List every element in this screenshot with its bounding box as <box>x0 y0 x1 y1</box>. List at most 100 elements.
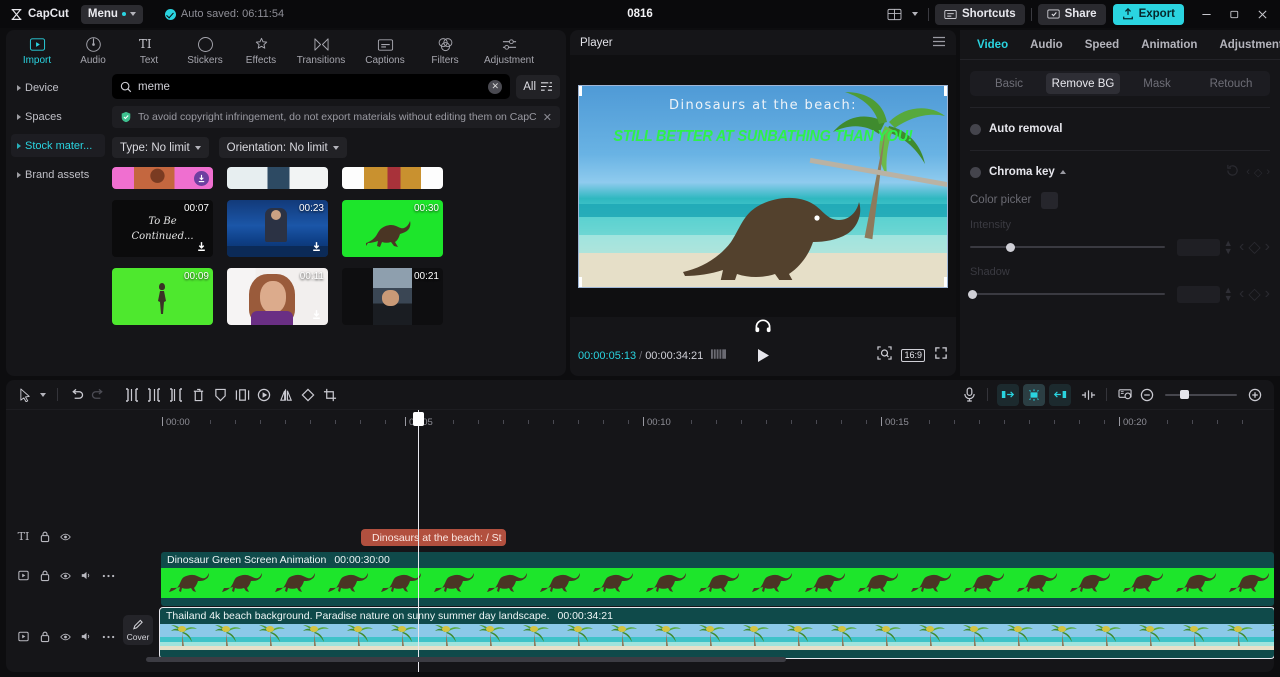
prev-keyframe-icon[interactable]: ‹ <box>1246 166 1250 178</box>
tab-effects[interactable]: Effects <box>234 33 288 66</box>
media-item[interactable]: 00:11 <box>227 268 328 325</box>
zoom-slider-knob[interactable] <box>1180 389 1189 399</box>
crop-button[interactable] <box>319 384 341 406</box>
selection-handle[interactable] <box>944 85 947 96</box>
intensity-stepper[interactable]: ▲ ▼ <box>1223 239 1233 256</box>
more-icon[interactable] <box>102 569 115 582</box>
minimize-button[interactable] <box>1192 0 1220 28</box>
lock-icon[interactable] <box>39 530 50 543</box>
media-item[interactable]: 00:09 <box>112 268 213 325</box>
close-button[interactable] <box>1248 0 1276 28</box>
search-box[interactable]: ✕ <box>112 74 511 99</box>
marker-button[interactable] <box>209 384 231 406</box>
eye-icon[interactable] <box>60 530 71 543</box>
selection-handle[interactable] <box>944 276 947 287</box>
trim-right-button[interactable] <box>165 384 187 406</box>
add-keyframe-icon[interactable]: ◇ <box>1248 237 1260 257</box>
slider-knob[interactable] <box>1006 242 1015 252</box>
color-swatch[interactable] <box>1041 191 1059 209</box>
sidebar-item-brand-assets[interactable]: Brand assets <box>11 163 105 186</box>
add-keyframe-icon[interactable]: ◇ <box>1248 284 1260 304</box>
media-item[interactable] <box>342 167 443 189</box>
zoom-fit-icon[interactable] <box>877 346 893 365</box>
sidebar-item-spaces[interactable]: Spaces <box>11 105 105 128</box>
tab-animation[interactable]: Animation <box>1130 39 1208 51</box>
volume-icon[interactable] <box>81 569 92 582</box>
cover-button[interactable]: Cover <box>123 615 153 645</box>
snap-start-button[interactable] <box>997 383 1019 406</box>
eye-icon[interactable] <box>60 569 71 582</box>
freeze-frame-button[interactable] <box>231 384 253 406</box>
media-item[interactable]: To Be Continued... 00:07 <box>112 200 213 257</box>
tab-transitions[interactable]: Transitions <box>290 33 352 66</box>
sidebar-item-stock-materials[interactable]: Stock mater... <box>11 134 105 157</box>
frames-icon[interactable] <box>711 347 727 365</box>
segment-remove-bg[interactable]: Remove BG <box>1046 73 1120 94</box>
layout-dropdown-icon[interactable] <box>908 3 922 25</box>
segment-mask[interactable]: Mask <box>1120 73 1194 94</box>
shadow-stepper[interactable]: ▲ ▼ <box>1223 286 1233 303</box>
tab-adjustment[interactable]: Adjustment <box>1208 39 1280 51</box>
redo-button[interactable] <box>87 384 109 406</box>
segment-retouch[interactable]: Retouch <box>1194 73 1268 94</box>
slider-knob[interactable] <box>968 289 977 299</box>
tab-captions[interactable]: Captions <box>354 33 416 66</box>
mirror-button[interactable] <box>275 384 297 406</box>
tab-audio[interactable]: Audio <box>66 33 120 66</box>
fullscreen-icon[interactable] <box>934 346 948 365</box>
tab-import[interactable]: Import <box>10 33 64 66</box>
download-icon[interactable] <box>309 307 324 322</box>
shadow-value[interactable] <box>1177 285 1221 303</box>
export-button[interactable]: Export <box>1112 3 1184 25</box>
record-voiceover-button[interactable] <box>958 384 980 406</box>
magnetic-snap-button[interactable] <box>1023 383 1045 406</box>
tab-speed[interactable]: Speed <box>1074 39 1131 51</box>
next-keyframe-icon[interactable]: › <box>1265 285 1270 303</box>
chroma-key-toggle[interactable] <box>970 166 981 178</box>
eye-icon[interactable] <box>60 630 71 643</box>
timeline-clip-overlay[interactable]: Dinosaur Green Screen Animation 00:00:30… <box>161 552 1274 606</box>
media-item[interactable]: 00:30 <box>342 200 443 257</box>
intensity-value[interactable] <box>1177 238 1221 256</box>
clear-search-button[interactable]: ✕ <box>488 79 503 94</box>
keyframe-controls[interactable]: ‹ ◇ › <box>1246 166 1270 179</box>
select-tool-button[interactable] <box>14 384 36 406</box>
preview-thumbnail-button[interactable] <box>1114 384 1136 406</box>
prev-keyframe-icon[interactable]: ‹ <box>1239 238 1244 256</box>
more-icon[interactable] <box>102 630 115 643</box>
timeline-zoom-slider[interactable] <box>1165 389 1237 399</box>
type-filter[interactable]: Type: No limit <box>112 137 209 158</box>
tab-audio[interactable]: Audio <box>1019 39 1074 51</box>
intensity-slider[interactable] <box>970 242 1166 252</box>
delete-button[interactable] <box>187 384 209 406</box>
selection-handle[interactable] <box>579 276 582 287</box>
select-tool-dropdown[interactable] <box>36 384 50 406</box>
aspect-ratio-button[interactable]: 16:9 <box>901 349 925 362</box>
shadow-keyframes[interactable]: ‹ ◇ › <box>1239 284 1270 304</box>
tab-text[interactable]: TI Text <box>122 33 176 66</box>
hamburger-icon[interactable] <box>932 34 946 52</box>
playhead[interactable] <box>418 410 419 672</box>
sidebar-item-device[interactable]: Device <box>11 76 105 99</box>
zoom-in-button[interactable] <box>1244 384 1266 406</box>
split-button[interactable] <box>121 384 143 406</box>
intensity-keyframes[interactable]: ‹ ◇ › <box>1239 237 1270 257</box>
volume-icon[interactable] <box>81 630 92 643</box>
timeline-horizontal-scrollbar[interactable] <box>146 657 786 662</box>
media-item[interactable] <box>112 167 213 189</box>
rotate-button[interactable] <box>297 384 319 406</box>
add-keyframe-icon[interactable]: ◇ <box>1254 166 1262 179</box>
download-icon[interactable] <box>194 171 209 186</box>
next-keyframe-icon[interactable]: › <box>1266 166 1270 178</box>
share-button[interactable]: Share <box>1037 3 1106 25</box>
headphone-icon[interactable] <box>755 319 772 338</box>
tab-adjustment[interactable]: Adjustment <box>474 33 544 66</box>
download-icon[interactable] <box>309 239 324 254</box>
shortcuts-button[interactable]: Shortcuts <box>934 3 1025 25</box>
auto-removal-toggle[interactable] <box>970 123 981 135</box>
timeline-clip-main[interactable]: Thailand 4k beach background. Paradise n… <box>159 607 1274 659</box>
video-preview[interactable]: Dinosaurs at the beach: STILL BETTER AT … <box>578 84 948 288</box>
media-item[interactable]: 00:21 <box>342 268 443 325</box>
chevron-up-icon[interactable] <box>1059 170 1066 174</box>
next-keyframe-icon[interactable]: › <box>1265 238 1270 256</box>
